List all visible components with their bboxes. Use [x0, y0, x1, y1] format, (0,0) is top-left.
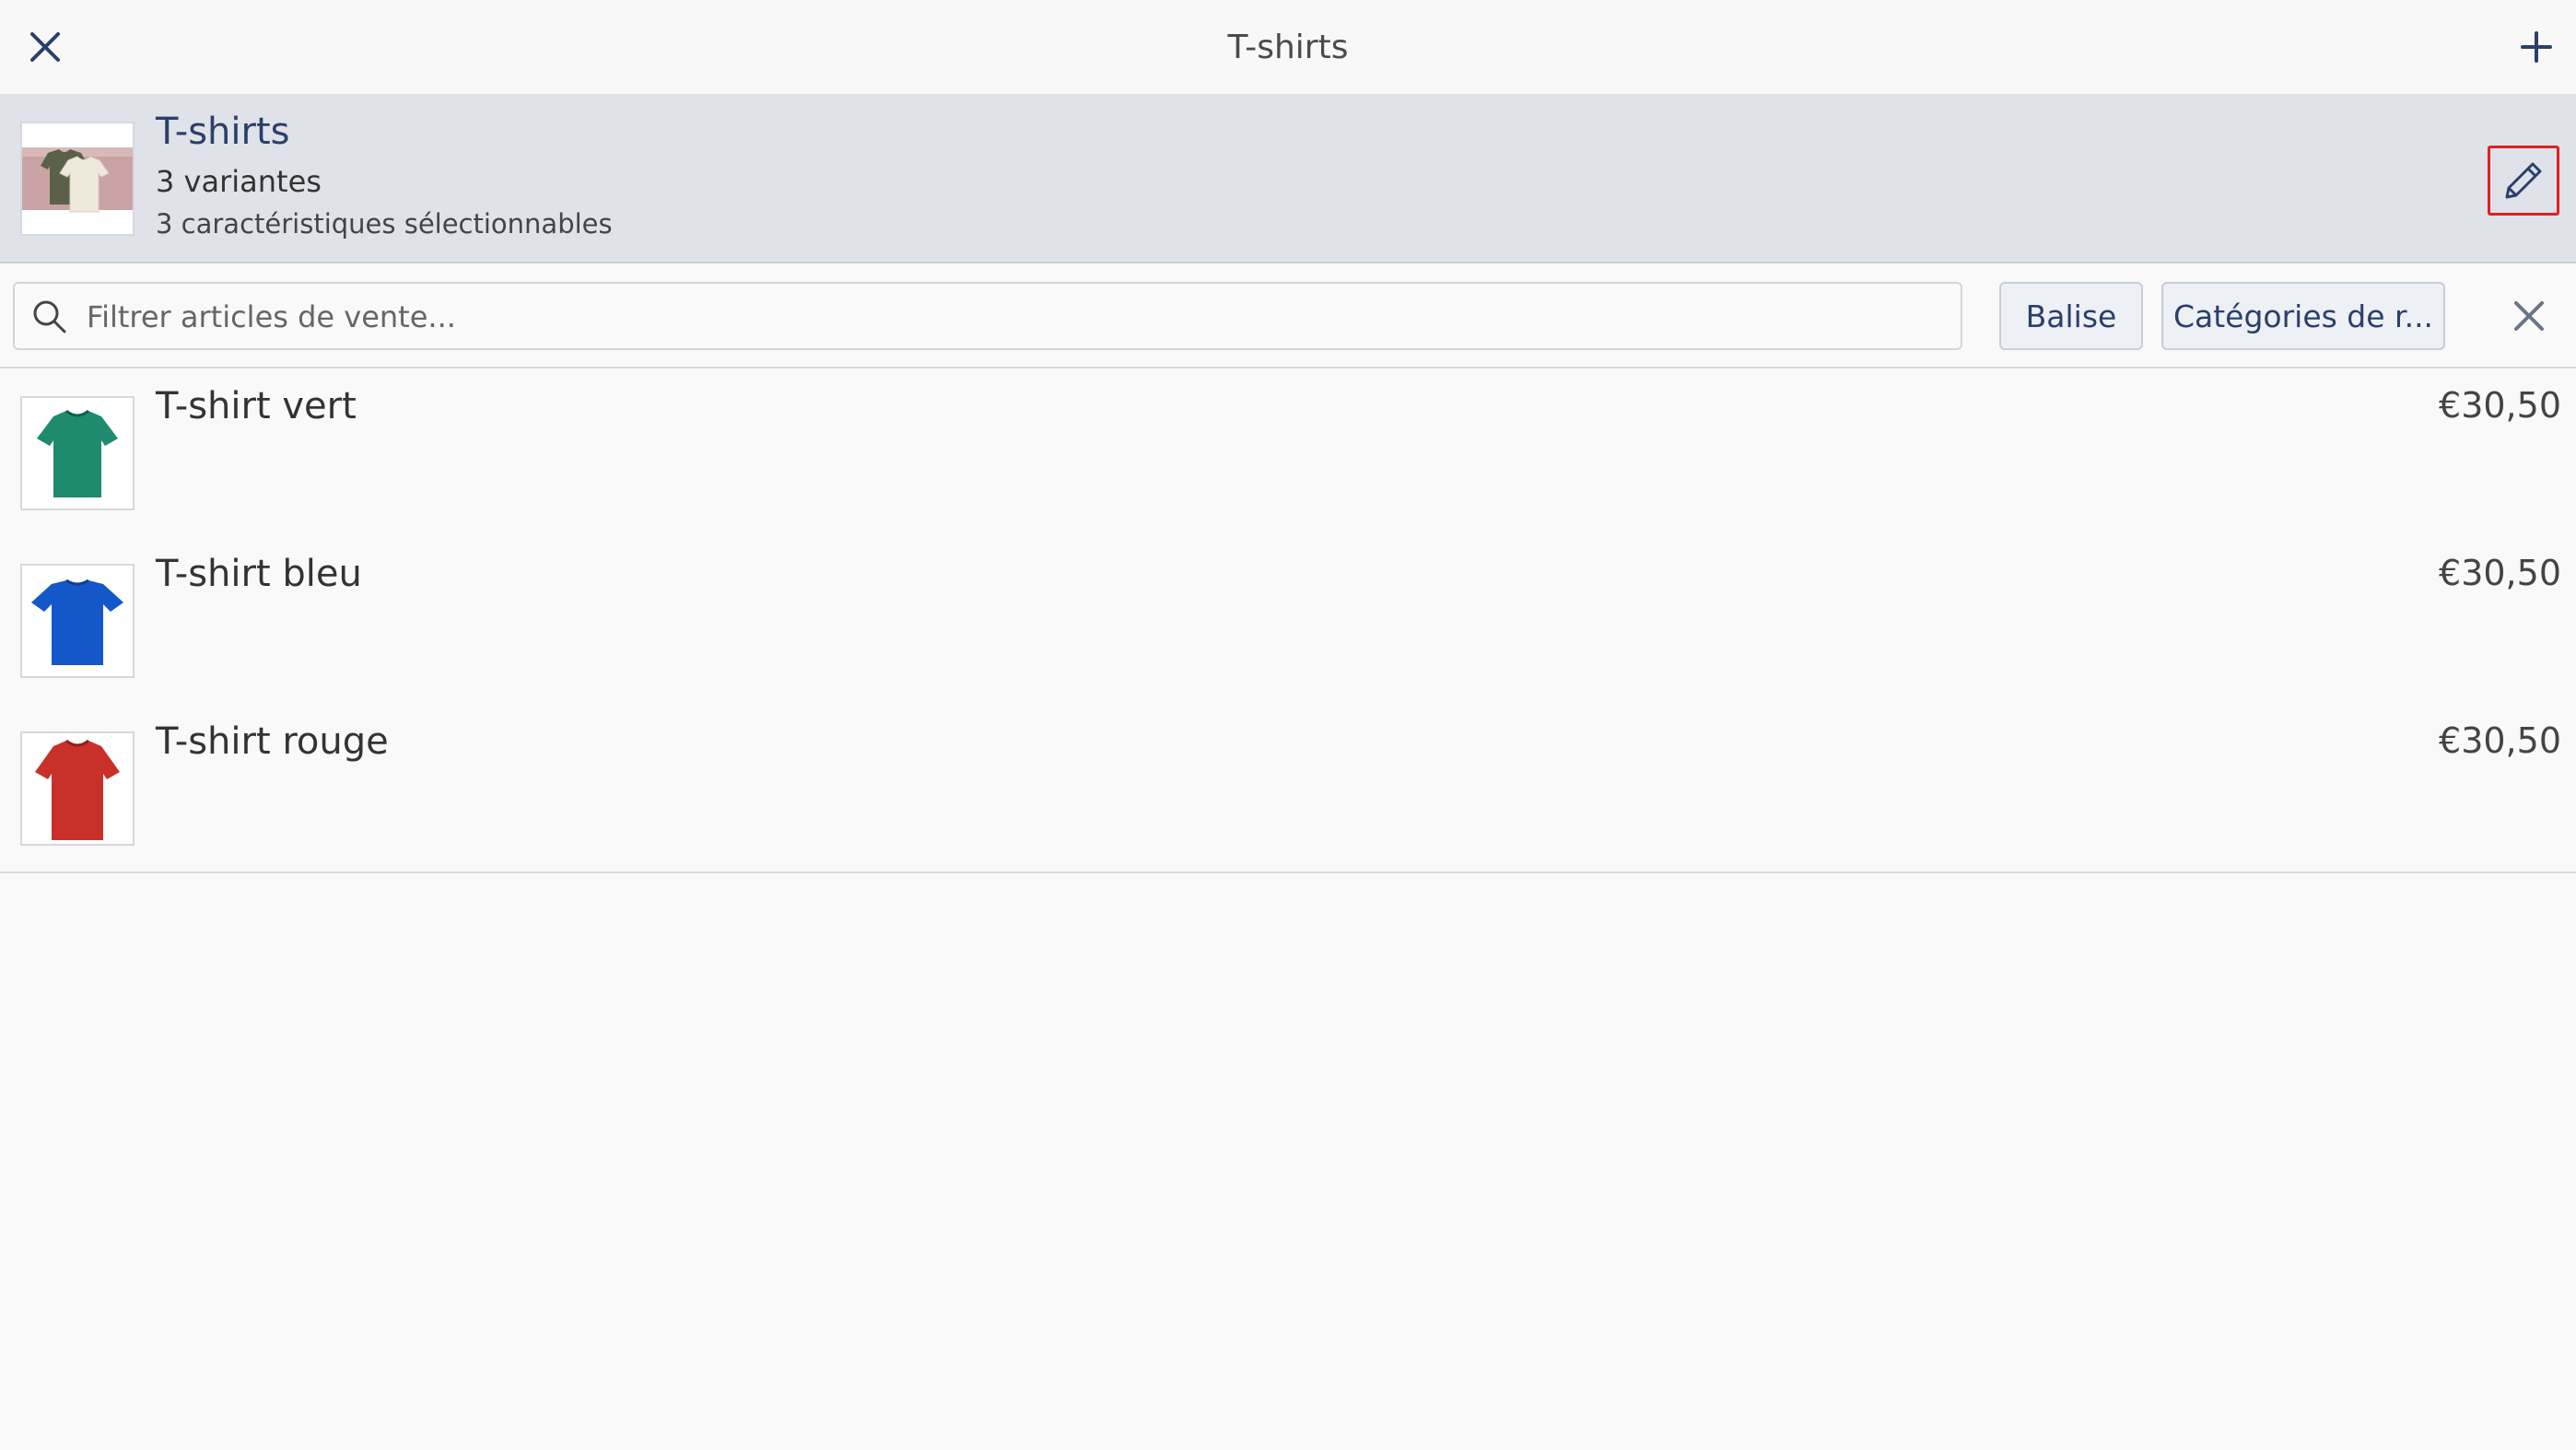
item-image — [20, 731, 135, 846]
add-button[interactable] — [2508, 18, 2565, 76]
product-group-title: T-shirts — [156, 111, 290, 153]
search-input[interactable] — [85, 287, 1950, 346]
close-icon — [30, 32, 60, 62]
list-item-blue-tshirt[interactable]: T-shirt bleu €30,50 — [0, 536, 2576, 706]
search-box[interactable] — [13, 282, 1962, 350]
item-name: T-shirt rouge — [156, 720, 389, 763]
close-button[interactable] — [18, 18, 72, 76]
edit-button[interactable] — [2488, 146, 2559, 216]
item-price: €30,50 — [2439, 720, 2561, 761]
blue-tshirt-image — [31, 579, 123, 665]
green-tshirt-image — [37, 409, 118, 497]
top-bar: T-shirts — [0, 0, 2576, 94]
plus-icon — [2521, 31, 2552, 63]
item-price: €30,50 — [2439, 553, 2561, 593]
variant-count: 3 variantes — [156, 164, 322, 199]
clear-filters-button[interactable] — [2499, 286, 2559, 346]
item-name: T-shirt vert — [156, 385, 357, 427]
red-tshirt-image — [35, 739, 120, 840]
item-image — [20, 396, 135, 510]
list-item-red-tshirt[interactable]: T-shirt rouge €30,50 — [0, 704, 2576, 873]
product-group-image — [20, 122, 135, 236]
item-image — [20, 564, 135, 678]
tag-filter-button[interactable]: Balise — [1999, 282, 2143, 350]
pencil-icon — [2505, 162, 2542, 199]
filter-bar: Balise Catégories de r... — [0, 263, 2576, 368]
close-icon — [2514, 301, 2544, 331]
item-name: T-shirt bleu — [156, 553, 362, 595]
selectable-features: 3 caractéristiques sélectionnables — [156, 208, 613, 240]
product-group-header: T-shirts 3 variantes 3 caractéristiques … — [0, 94, 2576, 263]
search-icon — [33, 300, 66, 333]
category-filter-button[interactable]: Catégories de r... — [2161, 282, 2445, 350]
page-title: T-shirts — [1227, 29, 1349, 66]
item-price: €30,50 — [2439, 385, 2561, 426]
list-item-green-tshirt[interactable]: T-shirt vert €30,50 — [0, 368, 2576, 538]
tshirts-group-image — [22, 147, 133, 213]
